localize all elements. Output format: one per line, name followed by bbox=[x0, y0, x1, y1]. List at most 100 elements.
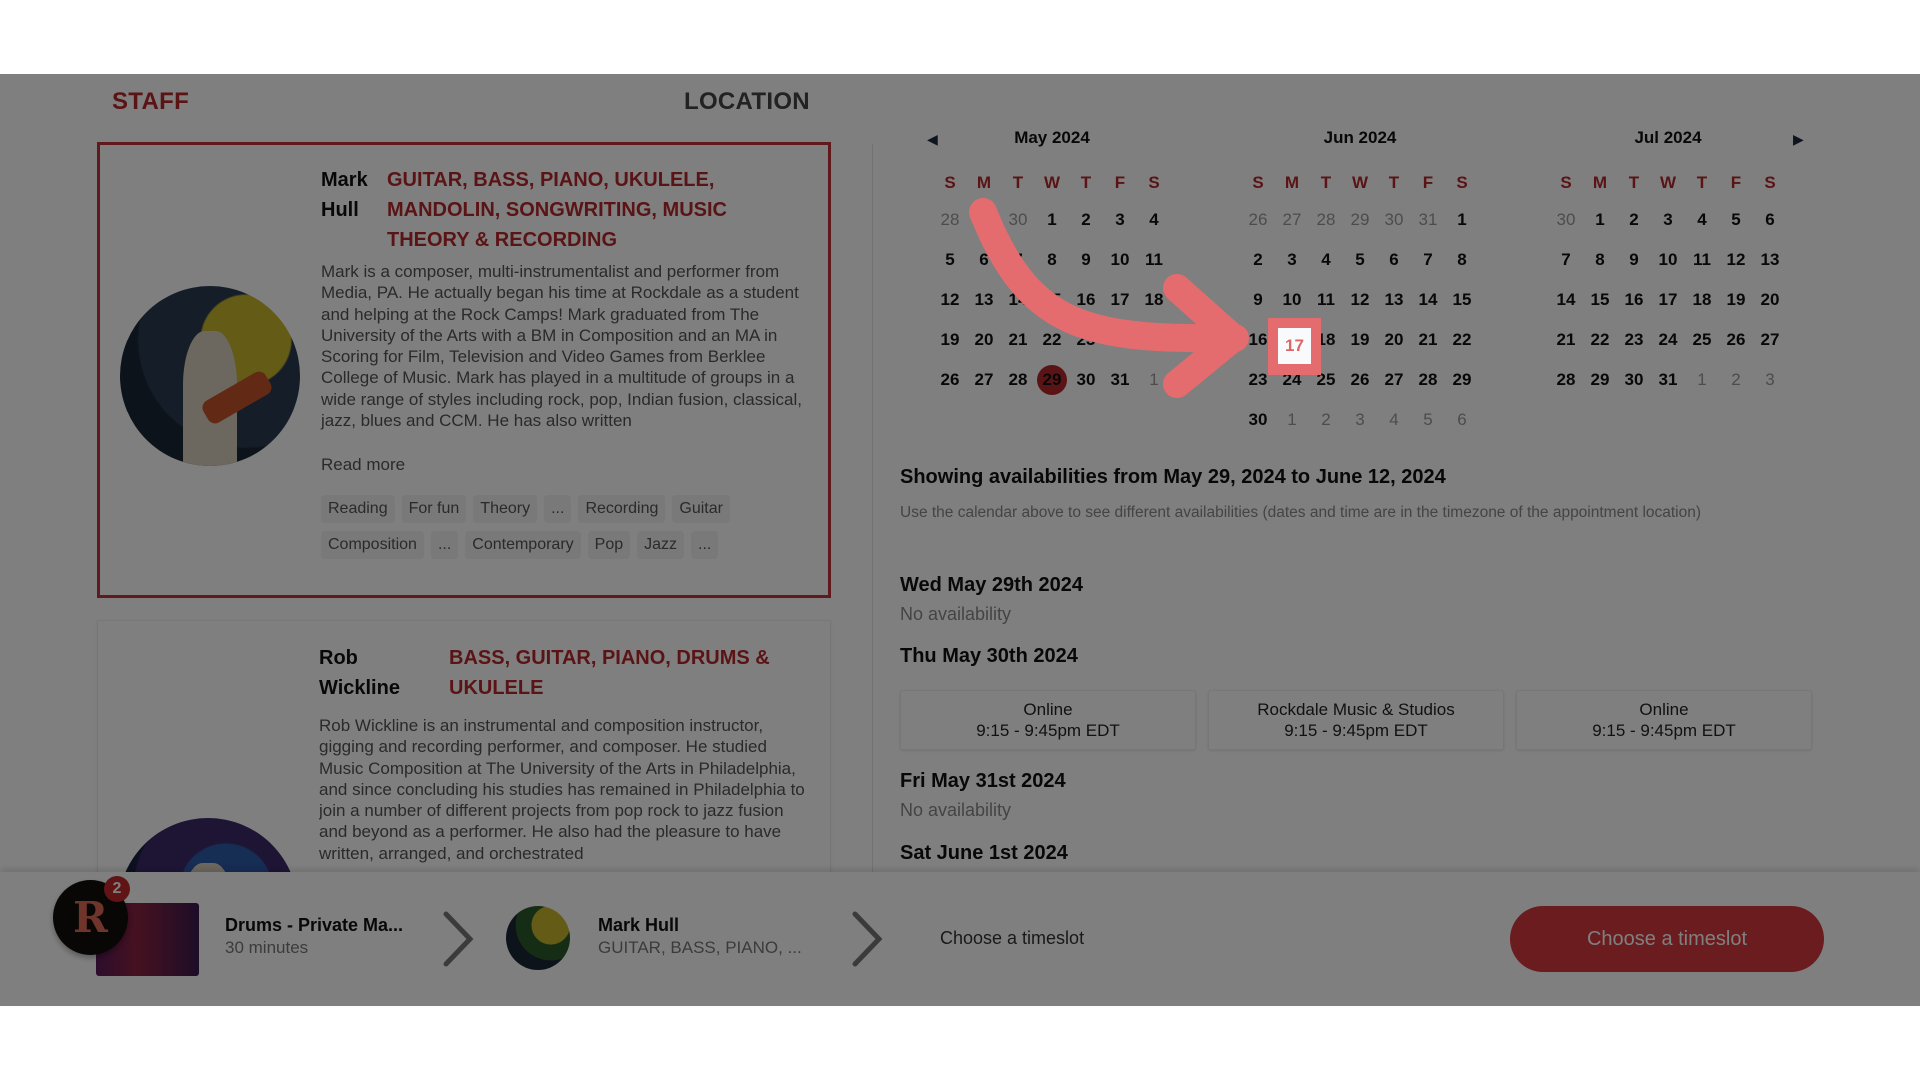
next-month-icon[interactable]: ▶ bbox=[1793, 131, 1804, 148]
calendar-day[interactable]: 15 bbox=[1583, 280, 1617, 320]
calendar-day[interactable]: 19 bbox=[1343, 320, 1377, 360]
calendar-day[interactable]: 6 bbox=[1377, 240, 1411, 280]
calendar-day[interactable]: 20 bbox=[1753, 280, 1787, 320]
calendar-day[interactable]: 28 bbox=[1001, 360, 1035, 400]
calendar-day[interactable]: 5 bbox=[1411, 400, 1445, 440]
calendar-day[interactable]: 26 bbox=[1343, 360, 1377, 400]
calendar-day[interactable]: 22 bbox=[1583, 320, 1617, 360]
calendar-day[interactable]: 2 bbox=[1241, 240, 1275, 280]
calendar-day[interactable]: 12 bbox=[1343, 280, 1377, 320]
calendar-day[interactable]: 31 bbox=[1651, 360, 1685, 400]
calendar-day[interactable]: 15 bbox=[1445, 280, 1479, 320]
calendar-day-selected[interactable]: 29 bbox=[1035, 360, 1069, 400]
calendar-day[interactable]: 1 bbox=[1583, 200, 1617, 240]
calendar-day[interactable]: 27 bbox=[1275, 200, 1309, 240]
calendar-day[interactable]: 9 bbox=[1617, 240, 1651, 280]
calendar-day[interactable]: 30 bbox=[1377, 200, 1411, 240]
calendar-day[interactable]: 5 bbox=[933, 240, 967, 280]
calendar-day[interactable]: 25 bbox=[1137, 320, 1171, 360]
calendar-day[interactable]: 6 bbox=[967, 240, 1001, 280]
calendar-day[interactable]: 30 bbox=[1549, 200, 1583, 240]
calendar-day[interactable]: 1 bbox=[1137, 360, 1171, 400]
calendar-day[interactable]: 15 bbox=[1035, 280, 1069, 320]
calendar-day[interactable]: 30 bbox=[1069, 360, 1103, 400]
calendar-day[interactable]: 25 bbox=[1685, 320, 1719, 360]
calendar-day[interactable]: 16 bbox=[1617, 280, 1651, 320]
calendar-day[interactable]: 5 bbox=[1719, 200, 1753, 240]
calendar-day[interactable]: 4 bbox=[1137, 200, 1171, 240]
calendar-day[interactable]: 6 bbox=[1753, 200, 1787, 240]
tab-location[interactable]: LOCATION bbox=[684, 88, 810, 116]
timeslot-button[interactable]: Rockdale Music & Studios 9:15 - 9:45pm E… bbox=[1208, 690, 1504, 750]
calendar-day[interactable]: 7 bbox=[1411, 240, 1445, 280]
calendar-day[interactable]: 26 bbox=[933, 360, 967, 400]
calendar-day[interactable]: 29 bbox=[1583, 360, 1617, 400]
calendar-day[interactable]: 27 bbox=[967, 360, 1001, 400]
calendar-day[interactable]: 3 bbox=[1103, 200, 1137, 240]
calendar-day[interactable]: 4 bbox=[1309, 240, 1343, 280]
choose-timeslot-button[interactable]: Choose a timeslot bbox=[1510, 906, 1824, 972]
calendar-day[interactable]: 27 bbox=[1753, 320, 1787, 360]
staff-card-mark-hull[interactable]: Mark Hull GUITAR, BASS, PIANO, UKULELE, M… bbox=[97, 142, 831, 598]
calendar-day[interactable]: 18 bbox=[1137, 280, 1171, 320]
prev-month-icon[interactable]: ◀ bbox=[927, 131, 938, 148]
calendar-day[interactable]: 8 bbox=[1445, 240, 1479, 280]
calendar-day[interactable]: 8 bbox=[1583, 240, 1617, 280]
calendar-day[interactable]: 2 bbox=[1069, 200, 1103, 240]
calendar-day[interactable]: 7 bbox=[1549, 240, 1583, 280]
calendar-day[interactable]: 1 bbox=[1445, 200, 1479, 240]
calendar-day[interactable]: 17 bbox=[1103, 280, 1137, 320]
calendar-day[interactable]: 11 bbox=[1309, 280, 1343, 320]
calendar-day[interactable]: 9 bbox=[1241, 280, 1275, 320]
calendar-day[interactable]: 18 bbox=[1685, 280, 1719, 320]
calendar-day[interactable]: 7 bbox=[1001, 240, 1035, 280]
calendar-day[interactable]: 21 bbox=[1549, 320, 1583, 360]
highlighted-day-17[interactable]: 17 bbox=[1268, 318, 1321, 375]
calendar-day[interactable]: 3 bbox=[1753, 360, 1787, 400]
calendar-day[interactable]: 30 bbox=[1241, 400, 1275, 440]
calendar-day[interactable]: 14 bbox=[1411, 280, 1445, 320]
calendar-day[interactable]: 23 bbox=[1069, 320, 1103, 360]
calendar-day[interactable]: 1 bbox=[1685, 360, 1719, 400]
read-more-link[interactable]: Read more bbox=[321, 455, 405, 475]
calendar-day[interactable]: 26 bbox=[1241, 200, 1275, 240]
calendar-day[interactable]: 3 bbox=[1275, 240, 1309, 280]
calendar-day[interactable]: 2 bbox=[1309, 400, 1343, 440]
calendar-day[interactable]: 11 bbox=[1685, 240, 1719, 280]
calendar-day[interactable]: 16 bbox=[1069, 280, 1103, 320]
calendar-day[interactable]: 20 bbox=[1377, 320, 1411, 360]
calendar-day[interactable]: 31 bbox=[1103, 360, 1137, 400]
calendar-day[interactable]: 6 bbox=[1445, 400, 1479, 440]
calendar-day[interactable]: 9 bbox=[1069, 240, 1103, 280]
calendar-day[interactable]: 27 bbox=[1377, 360, 1411, 400]
calendar-day[interactable]: 29 bbox=[1445, 360, 1479, 400]
calendar-day[interactable]: 3 bbox=[1651, 200, 1685, 240]
calendar-day[interactable]: 21 bbox=[1001, 320, 1035, 360]
tab-staff[interactable]: STAFF bbox=[112, 88, 189, 116]
calendar-day[interactable]: 5 bbox=[1343, 240, 1377, 280]
calendar-day[interactable]: 22 bbox=[1445, 320, 1479, 360]
calendar-day[interactable]: 29 bbox=[1343, 200, 1377, 240]
calendar-day[interactable]: 30 bbox=[1617, 360, 1651, 400]
timeslot-button[interactable]: Online 9:15 - 9:45pm EDT bbox=[900, 690, 1196, 750]
calendar-day[interactable]: 10 bbox=[1651, 240, 1685, 280]
calendar-day[interactable]: 31 bbox=[1411, 200, 1445, 240]
calendar-day[interactable]: 12 bbox=[933, 280, 967, 320]
timeslot-button[interactable]: Online 9:15 - 9:45pm EDT bbox=[1516, 690, 1812, 750]
calendar-day[interactable]: 4 bbox=[1685, 200, 1719, 240]
calendar-day[interactable]: 26 bbox=[1719, 320, 1753, 360]
calendar-day[interactable]: 28 bbox=[1549, 360, 1583, 400]
calendar-day[interactable]: 28 bbox=[1309, 200, 1343, 240]
calendar-day[interactable]: 2 bbox=[1719, 360, 1753, 400]
calendar-day[interactable]: 13 bbox=[1753, 240, 1787, 280]
calendar-day[interactable]: 28 bbox=[933, 200, 967, 240]
calendar-day[interactable]: 1 bbox=[1275, 400, 1309, 440]
calendar-day[interactable]: 2 bbox=[1617, 200, 1651, 240]
calendar-day[interactable]: 23 bbox=[1617, 320, 1651, 360]
calendar-day[interactable]: 3 bbox=[1343, 400, 1377, 440]
calendar-day[interactable]: 14 bbox=[1549, 280, 1583, 320]
calendar-day[interactable]: 10 bbox=[1103, 240, 1137, 280]
calendar-day[interactable]: 14 bbox=[1001, 280, 1035, 320]
calendar-day[interactable]: 30 bbox=[1001, 200, 1035, 240]
calendar-day[interactable]: 19 bbox=[1719, 280, 1753, 320]
